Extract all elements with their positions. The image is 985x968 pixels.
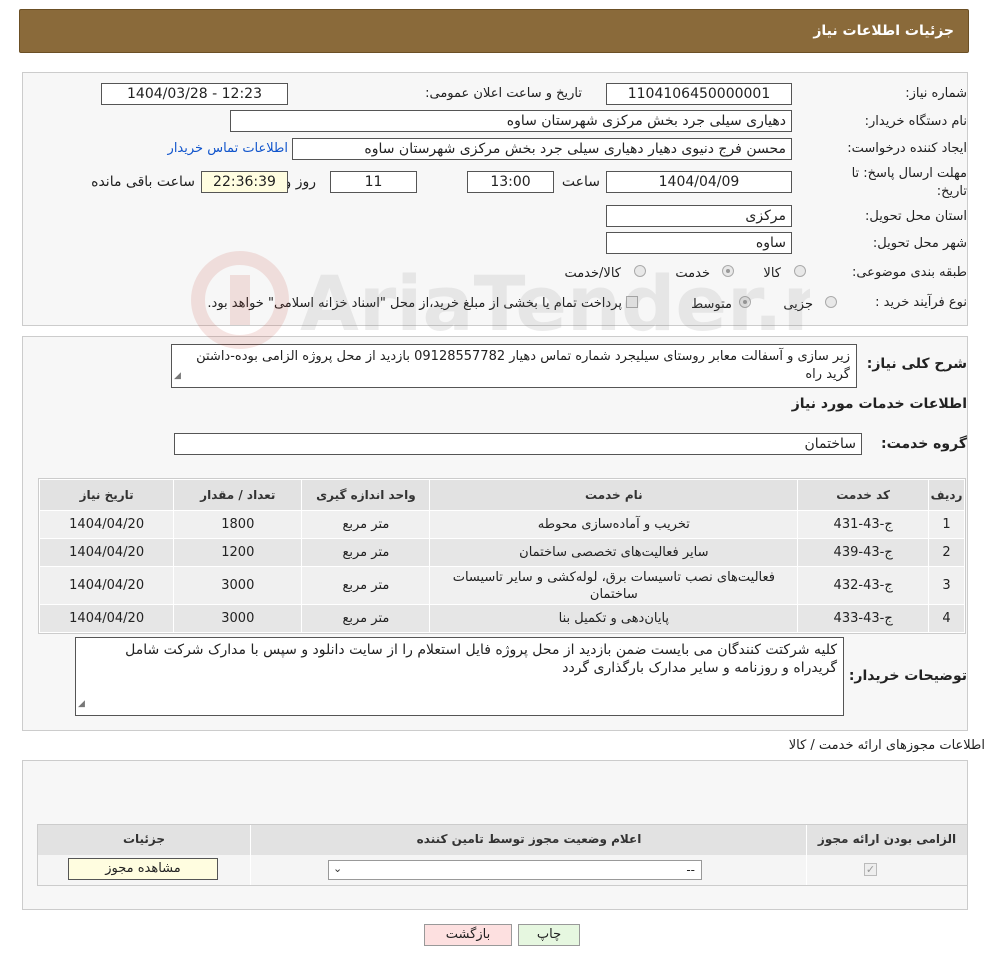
licenses-title: اطلاعات مجوزهای ارائه خدمت / کالا [788, 738, 985, 753]
col-service-code: کد خدمت [797, 479, 930, 511]
process-payment-note: پرداخت تمام یا بخشی از مبلغ خرید،از محل … [207, 296, 622, 311]
deadline-time-label: ساعت [561, 174, 600, 190]
licenses-divider [806, 825, 807, 885]
process-radio-medium[interactable] [739, 296, 751, 308]
page-title: جزئیات اطلاعات نیاز [813, 23, 954, 39]
license-status-select[interactable]: -- ⌄ [328, 860, 702, 880]
view-license-button[interactable]: مشاهده مجوز [68, 858, 218, 880]
back-button[interactable]: بازگشت [424, 924, 512, 946]
cell-qty: 1800 [173, 510, 303, 539]
category-option-service: خدمت [675, 266, 710, 281]
deadline-date-field: 1404/04/09 [606, 171, 792, 193]
buyer-name-label: نام دستگاه خریدار: [864, 114, 967, 129]
need-number-field: 1104106450000001 [606, 83, 792, 105]
category-radio-service[interactable] [722, 265, 734, 277]
category-radio-goods-service[interactable] [634, 265, 646, 277]
need-number-label: شماره نیاز: [905, 86, 967, 101]
cell-date: 1404/04/20 [38, 538, 175, 567]
col-quantity: تعداد / مقدار [173, 479, 303, 511]
services-table-wrap: ردیف کد خدمت نام خدمت واحد اندازه گیری ت… [38, 478, 966, 634]
cell-date: 1404/04/20 [38, 604, 175, 633]
col-unit: واحد اندازه گیری [301, 479, 431, 511]
cell-qty: 3000 [173, 566, 303, 605]
summary-text: زیر سازی و آسفالت معابر روستای سیلیجرد ش… [171, 344, 857, 388]
category-label: طبقه بندی موضوعی: [851, 265, 967, 280]
table-row: 2 ج-43-439 سایر فعالیت‌های تخصصی ساختمان… [38, 538, 965, 567]
province-field: مرکزی [606, 205, 792, 227]
cell-name: سایر فعالیت‌های تخصصی ساختمان [429, 538, 799, 567]
city-label: شهر محل تحویل: [872, 236, 967, 251]
announce-datetime-field: 1404/03/28 - 12:23 [101, 83, 288, 105]
service-group-label: گروه خدمت: [881, 436, 967, 452]
announce-datetime-label: تاریخ و ساعت اعلان عمومی: [425, 86, 582, 101]
category-option-goods: کالا [763, 266, 781, 281]
city-field: ساوه [606, 232, 792, 254]
days-remaining-field: 11 [330, 171, 417, 193]
process-type-label: نوع فرآیند خرید : [875, 295, 967, 310]
cell-code: ج-43-431 [797, 510, 930, 539]
licenses-table-wrap: الزامی بودن ارائه مجوز اعلام وضعیت مجوز … [37, 824, 968, 886]
cell-name: تخریب و آماده‌سازی محوطه [429, 510, 799, 539]
resize-grip-icon[interactable]: ◢ [174, 367, 181, 385]
cell-unit: متر مربع [301, 538, 431, 567]
table-row: 3 ج-43-432 فعالیت‌های نصب تاسیسات برق، ل… [38, 566, 965, 605]
required-checkbox[interactable]: ✓ [864, 863, 877, 876]
summary-label: شرح کلی نیاز: [866, 356, 967, 372]
cell-idx: 2 [928, 538, 965, 567]
deadline-time-field: 13:00 [467, 171, 554, 193]
cell-idx: 3 [928, 566, 965, 605]
deadline-label: مهلت ارسال پاسخ: تا تاریخ: [851, 166, 967, 199]
buyer-contact-link[interactable]: اطلاعات تماس خریدار [168, 141, 288, 156]
treasury-checkbox[interactable] [626, 296, 638, 308]
chevron-down-icon: ⌄ [333, 862, 343, 875]
services-table: ردیف کد خدمت نام خدمت واحد اندازه گیری ت… [38, 479, 965, 633]
cell-date: 1404/04/20 [38, 566, 175, 605]
cell-qty: 3000 [173, 604, 303, 633]
service-group-field: ساختمان [174, 433, 862, 455]
table-row: 1 ج-43-431 تخریب و آماده‌سازی محوطه متر … [38, 510, 965, 539]
cell-name: پایان‌دهی و تکمیل بنا [429, 604, 799, 633]
cell-unit: متر مربع [301, 604, 431, 633]
page-header: جزئیات اطلاعات نیاز [19, 9, 969, 53]
process-radio-minor[interactable] [825, 296, 837, 308]
cell-code: ج-43-433 [797, 604, 930, 633]
licenses-col-required: الزامی بودن ارائه مجوز [817, 832, 957, 846]
category-option-goods-service: کالا/خدمت [564, 266, 621, 281]
buyer-notes-content: کلیه شرکتت کنندگان می بایست ضمن بازدید ا… [125, 642, 837, 676]
cell-unit: متر مربع [301, 510, 431, 539]
remaining-time-label: ساعت باقی مانده [91, 174, 195, 190]
licenses-col-status: اعلام وضعیت مجوز توسط تامین کننده [416, 832, 642, 846]
cell-name: فعالیت‌های نصب تاسیسات برق، لوله‌کشی و س… [429, 566, 799, 605]
province-label: استان محل تحویل: [865, 209, 967, 224]
summary-text-content: زیر سازی و آسفالت معابر روستای سیلیجرد ش… [196, 349, 850, 382]
col-need-date: تاریخ نیاز [38, 479, 175, 511]
col-row-number: ردیف [928, 479, 965, 511]
cell-code: ج-43-439 [797, 538, 930, 567]
license-status-value: -- [686, 863, 695, 877]
table-row: 4 ج-43-433 پایان‌دهی و تکمیل بنا متر مرب… [38, 604, 965, 633]
licenses-col-details: جزئیات [122, 832, 166, 846]
buyer-name-field: دهیاری سیلی جرد بخش مرکزی شهرستان ساوه [230, 110, 792, 132]
cell-code: ج-43-432 [797, 566, 930, 605]
creator-field: محسن فرج دنیوی دهیار دهیاری سیلی جرد بخش… [292, 138, 792, 160]
days-label: روز و [284, 174, 317, 190]
cell-idx: 1 [928, 510, 965, 539]
col-service-name: نام خدمت [429, 479, 799, 511]
process-option-minor: جزیی [783, 297, 813, 312]
cell-qty: 1200 [173, 538, 303, 567]
cell-unit: متر مربع [301, 566, 431, 605]
cell-idx: 4 [928, 604, 965, 633]
services-section-title: اطلاعات خدمات مورد نیاز [791, 396, 967, 412]
remaining-time-field: 22:36:39 [201, 171, 288, 193]
resize-grip-icon[interactable]: ◢ [78, 695, 85, 713]
cell-date: 1404/04/20 [38, 510, 175, 539]
licenses-divider [250, 825, 251, 885]
creator-label: ایجاد کننده درخواست: [847, 141, 967, 156]
process-option-medium: متوسط [691, 297, 732, 312]
buyer-notes-text: کلیه شرکتت کنندگان می بایست ضمن بازدید ا… [75, 637, 844, 716]
category-radio-goods[interactable] [794, 265, 806, 277]
buyer-notes-label: توضیحات خریدار: [848, 668, 967, 684]
print-button[interactable]: چاپ [518, 924, 580, 946]
